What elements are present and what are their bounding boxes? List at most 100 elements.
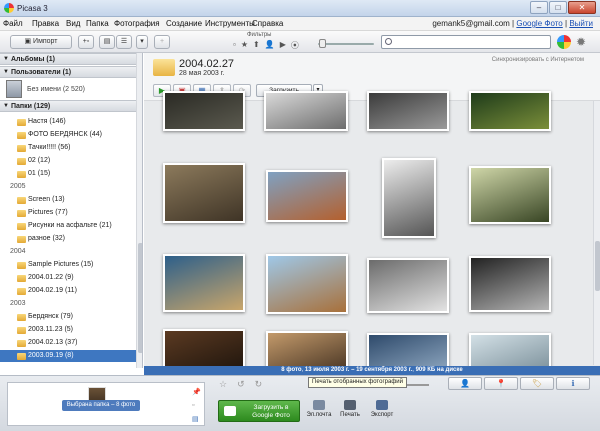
sync-toggle[interactable]: Синхронизировать с Интернетом <box>492 57 584 63</box>
email-button[interactable]: Эл.почта <box>303 400 335 418</box>
grid-scroll-thumb[interactable] <box>595 241 600 291</box>
rotate-left-icon[interactable]: ↺ <box>237 379 245 390</box>
sign-out-link[interactable]: Выйти <box>569 19 593 28</box>
folder-icon <box>17 210 26 217</box>
print-button[interactable]: Печать <box>334 400 366 418</box>
upload-filter-icon[interactable]: ⬆ <box>253 40 260 51</box>
folder-item[interactable]: 02 (12) <box>0 155 136 167</box>
albums-header[interactable]: ▼ Альбомы (1) <box>0 53 136 65</box>
folder-item[interactable]: 01 (15) <box>0 168 136 180</box>
photo-thumbnail[interactable] <box>469 91 551 131</box>
star-icon[interactable]: ☆ <box>219 379 227 390</box>
photo-thumbnail[interactable] <box>382 158 436 238</box>
folder-icon <box>153 59 175 76</box>
person-label[interactable]: Без имени (2 520) <box>27 86 85 93</box>
menu-help[interactable]: Справка <box>252 19 283 28</box>
folders-header[interactable]: ▼ Папки (129) <box>0 100 136 112</box>
add-to-album-button[interactable]: +▫ <box>78 35 94 49</box>
photo-thumbnail[interactable] <box>163 163 245 223</box>
menu-file[interactable]: Файл <box>3 19 23 28</box>
folder-item[interactable]: 2004.02.19 (11) <box>0 285 136 297</box>
geotag-filter-icon[interactable]: ⦿ <box>291 40 299 51</box>
folder-icon <box>17 340 26 347</box>
export-button[interactable]: Экспорт <box>366 400 398 418</box>
people-button[interactable]: 👤 <box>448 377 482 390</box>
movie-filter-icon[interactable]: ▶ <box>280 40 286 51</box>
view-tree-button[interactable]: ☰ <box>116 35 132 49</box>
grid-scrollbar[interactable] <box>593 101 600 365</box>
person-filter-icon[interactable]: 👤 <box>265 40 275 51</box>
folder-item[interactable]: 2004.02.13 (37) <box>0 337 136 349</box>
avatar[interactable] <box>6 80 22 98</box>
folder-name: 2003.09.19 (8) <box>28 352 74 359</box>
folder-item[interactable]: ФОТО БЕРДЯНСК (44) <box>0 129 136 141</box>
menu-view[interactable]: Вид <box>66 19 80 28</box>
upload-google-photos-button[interactable]: Загрузить в Google Фото <box>218 400 300 422</box>
photo-thumbnail[interactable] <box>163 329 245 368</box>
gear-icon[interactable]: ✹ <box>576 35 590 49</box>
folder-item[interactable]: Бердянск (79) <box>0 311 136 323</box>
menu-bar: Файл Правка Вид Папка Фотография Создани… <box>0 17 600 31</box>
hold-pin-icon[interactable]: 📌 <box>192 388 202 396</box>
photo-thumbnail[interactable] <box>163 254 245 312</box>
photo-thumbnail[interactable] <box>469 333 551 368</box>
maximize-button[interactable]: □ <box>549 1 567 14</box>
folder-item[interactable]: 2004.01.22 (9) <box>0 272 136 284</box>
photo-thumbnail[interactable] <box>367 258 449 313</box>
folder-item[interactable]: 2003.11.23 (5) <box>0 324 136 336</box>
folder-icon <box>17 314 26 321</box>
users-header[interactable]: ▼ Пользователи (1) <box>0 66 136 78</box>
printer-icon <box>344 400 356 410</box>
photo-thumbnail[interactable] <box>469 256 551 312</box>
menu-folder[interactable]: Папка <box>86 19 109 28</box>
library-scroll-thumb[interactable] <box>138 243 142 353</box>
photo-thumbnail[interactable] <box>266 254 348 314</box>
account-separator-2: | <box>565 19 568 28</box>
menu-create[interactable]: Создание <box>166 19 202 28</box>
info-button[interactable]: ℹ <box>556 377 590 390</box>
folder-item[interactable]: Рисунки на асфальте (21) <box>0 220 136 232</box>
places-button[interactable]: 📍 <box>484 377 518 390</box>
google-photo-link[interactable]: Google Фото <box>516 19 562 28</box>
print-label: Печать <box>340 412 360 418</box>
photo-thumbnail[interactable] <box>163 91 245 131</box>
library-scrollbar[interactable] <box>136 53 142 368</box>
folder-item[interactable]: Screen (13) <box>0 194 136 206</box>
folder-item-selected[interactable]: 2003.09.19 (8) <box>0 350 136 362</box>
new-folder-button[interactable]: + <box>154 35 170 49</box>
view-dropdown-button[interactable]: ▾ <box>136 35 148 49</box>
folder-item[interactable]: Тачки!!!!! (56) <box>0 142 136 154</box>
photo-thumbnail[interactable] <box>367 333 449 368</box>
date-slider-handle[interactable] <box>319 39 326 48</box>
menu-edit[interactable]: Правка <box>32 19 59 28</box>
menu-tools[interactable]: Инструменты <box>205 19 255 28</box>
search-input[interactable] <box>381 35 551 49</box>
tags-button[interactable]: 🏷 <box>520 377 554 390</box>
star-filter-icon[interactable]: ★ <box>241 40 248 51</box>
photo-thumbnail[interactable] <box>367 91 449 131</box>
rotate-right-icon[interactable]: ↻ <box>255 379 263 390</box>
filter-all-icon[interactable]: ▫ <box>233 40 236 51</box>
photo-thumbnail[interactable] <box>264 91 348 131</box>
year-label: 2005 <box>10 183 26 190</box>
year-label: 2003 <box>10 300 26 307</box>
close-button[interactable]: ✕ <box>568 1 596 14</box>
folder-item[interactable]: Pictures (77) <box>0 207 136 219</box>
folder-item[interactable]: разное (32) <box>0 233 136 245</box>
photo-thumbnail[interactable] <box>469 166 551 224</box>
color-wheel-icon[interactable] <box>557 35 571 49</box>
folder-name: 2003.11.23 (5) <box>28 326 74 333</box>
folder-item[interactable]: Sample Pictures (15) <box>0 259 136 271</box>
add-to-album-icon[interactable]: ▤ <box>192 415 202 423</box>
import-button[interactable]: ▣ Импорт <box>10 35 72 49</box>
folder-item[interactable]: Настя (146) <box>0 116 136 128</box>
minimize-button[interactable]: – <box>530 1 548 14</box>
view-list-button[interactable]: ▤ <box>99 35 115 49</box>
menu-photo[interactable]: Фотография <box>114 19 160 28</box>
photo-thumbnail[interactable] <box>266 170 348 222</box>
photo-thumbnail[interactable] <box>266 331 348 368</box>
title-bar: Picasa 3 – □ ✕ <box>0 0 600 17</box>
clear-tray-icon[interactable]: ▫ <box>192 402 202 409</box>
account-separator: | <box>512 19 515 28</box>
camera-icon <box>224 406 236 416</box>
